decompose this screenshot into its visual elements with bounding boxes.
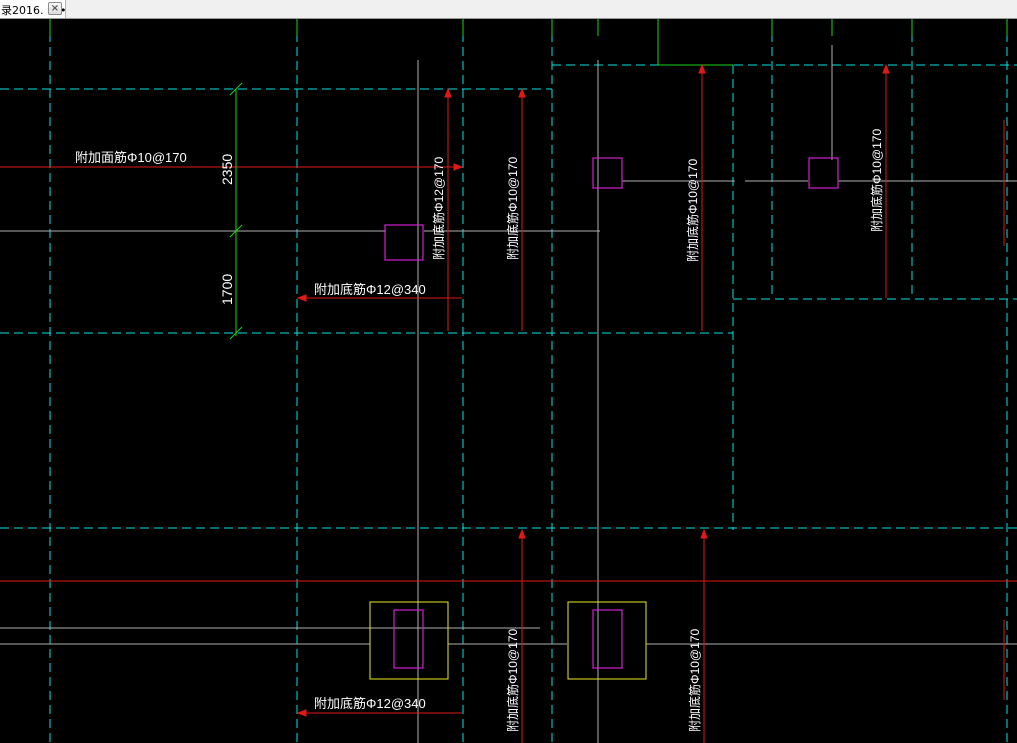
- vertical-rebar-label: 附加底筋Φ10@170: [685, 159, 700, 262]
- vertical-rebar-label: 附加底筋Φ10@170: [505, 157, 520, 260]
- cad-drawing-canvas[interactable]: 附加面筋Φ10@170 附加底筋Φ12@340 附加底筋Φ12@340 2350…: [0, 19, 1017, 743]
- document-tab[interactable]: 录2016. ••• ×: [0, 0, 66, 18]
- document-tab-bar: 录2016. ••• ×: [0, 0, 1017, 19]
- close-icon[interactable]: ×: [48, 2, 62, 15]
- vertical-rebar-label: 附加底筋Φ12@170: [431, 157, 446, 260]
- vertical-rebar-label: 附加底筋Φ10@170: [687, 629, 702, 732]
- dimension-text-2350: 2350: [219, 154, 235, 185]
- vertical-rebar-label: 附加底筋Φ10@170: [505, 629, 520, 732]
- vertical-rebar-label: 附加底筋Φ10@170: [869, 129, 884, 232]
- dimension-text-1700: 1700: [219, 274, 235, 305]
- bottom-rebar-label-lower: 附加底筋Φ12@340: [314, 696, 426, 711]
- top-rebar-label: 附加面筋Φ10@170: [75, 150, 187, 165]
- bottom-rebar-label-upper: 附加底筋Φ12@340: [314, 282, 426, 297]
